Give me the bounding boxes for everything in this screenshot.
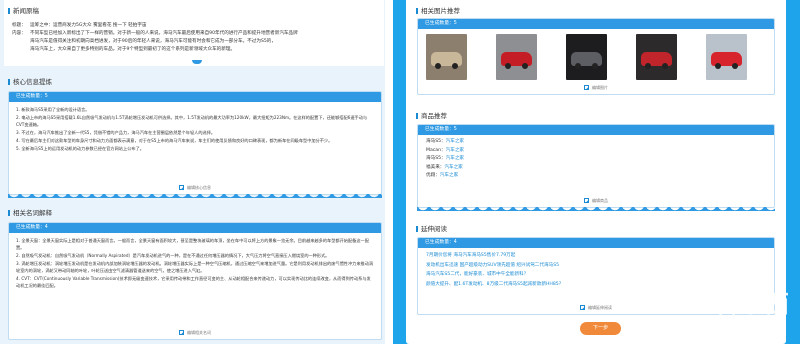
edit-icon <box>179 185 184 190</box>
suv-front-photo[interactable] <box>426 34 467 80</box>
reading-card-count: 已生成数量：4 <box>418 238 774 248</box>
core-line-5: 5. 全新海马S5上的运用发动机的动力参数已经在官方网站上公布了。 <box>16 146 144 151</box>
product-item[interactable]: 福美来：汽车之家 <box>426 164 766 173</box>
edit-reading-label: 编辑延伸阅读 <box>588 305 612 310</box>
images-section-title: 相关图片推荐 <box>416 5 460 15</box>
product-item[interactable]: 海马S5：汽车之家 <box>426 138 766 147</box>
product-item[interactable]: 优翔：汽车之家 <box>426 172 766 181</box>
core-info-card: 已生成数量：5 1. 新款海马S5采用了全新的设计语言。 2. 电动上市的海马S… <box>8 91 382 195</box>
products-card: 已生成数量：5 海马S5：汽车之家 Macan：汽车之家 海马S5：汽车之家 福… <box>417 124 775 208</box>
interior-dashboard-photo[interactable] <box>566 34 607 80</box>
wheel-shape <box>522 63 528 69</box>
news-paper: 新闻原稿 标题： 运筹之中：运营商发力5G大众 雾里看花 搜一下 轻拍宇宙 内容… <box>4 0 384 66</box>
edit-icon <box>584 198 589 203</box>
term-line-4: 4. CVT：CVT(Continuously Variable Transmi… <box>16 276 371 288</box>
core-line-2: 2. 电动上市的海马S5采用搭载1.6L自然吸气发动机与1.5T涡轮增压发动机可… <box>16 115 368 127</box>
news-headline: 运筹之中：运营商发力5G大众 雾里看花 搜一下 轻拍宇宙 <box>30 23 147 28</box>
red-suv-photo[interactable] <box>496 34 537 80</box>
wheel-shape <box>732 63 738 69</box>
edit-images-label: 编辑图片 <box>592 85 608 90</box>
watermark-logo: 智东西 <box>715 290 790 318</box>
wheel-shape <box>452 63 458 69</box>
wheel-shape <box>662 63 668 69</box>
watermark-url: zhidx.com <box>715 317 778 330</box>
edit-products-label: 编辑商品 <box>592 198 608 203</box>
products-card-count: 已生成数量：5 <box>418 125 774 135</box>
wheel-shape <box>505 63 511 69</box>
news-section-title: 新闻原稿 <box>8 5 39 15</box>
reading-link[interactable]: 海马汽车S5二代，能好豪装、城市中午全能新科？ <box>426 270 766 280</box>
wheel-shape <box>435 63 441 69</box>
content-label: 内容： <box>12 31 26 36</box>
images-card: 已生成数量：5 编辑图片 <box>417 18 775 95</box>
terms-section-title: 相关名词解释 <box>8 207 52 217</box>
term-line-1: 1. 全景天窗：全景天窗实际上是相对于普通天窗而言。一般而言，全景天窗有面积较大… <box>16 238 369 250</box>
wheel-shape <box>592 63 598 69</box>
reading-link[interactable]: 发动机出车迅速 国产超级动力SUV领先超值 绍兴试驾二代海马S5 <box>426 261 766 271</box>
reading-link[interactable]: 7月期价您将 海马汽车海马S5售价7.79万起 <box>426 251 766 261</box>
next-step-button[interactable]: 下一步 <box>580 322 621 335</box>
edit-terms-link[interactable]: 编辑相关名词 <box>9 330 381 336</box>
term-line-2: 2. 自然吸气发动机：自然吸气发动机（Normally Aspirated）是汽… <box>16 253 330 258</box>
edit-terms-label: 编辑相关名词 <box>187 330 211 335</box>
wheel-shape <box>645 63 651 69</box>
headline-label: 标题： <box>12 23 26 28</box>
card-wave-decoration <box>8 194 382 198</box>
card-wave-decoration <box>417 207 775 211</box>
products-section-title: 商品推荐 <box>416 110 447 120</box>
edit-core-info-label: 编辑核心信息 <box>187 185 211 190</box>
wheel-shape <box>575 63 581 69</box>
edit-images-link[interactable]: 编辑图片 <box>418 85 774 91</box>
core-line-3: 3. 不过在，海马汽车推出了全新一代S5，凭借不错的产品力，海马汽车在主营圈层依… <box>16 130 216 135</box>
terms-card-count: 已生成数量：4 <box>9 223 381 233</box>
news-summary-line-3: 海马汽车上，大众来自了更多特别的车品。对于9个特型到最初了的这个系列是新领域大众… <box>30 47 236 52</box>
edit-icon <box>179 330 184 335</box>
edit-core-info-link[interactable]: 编辑核心信息 <box>9 185 381 191</box>
reading-section-title: 延伸阅读 <box>416 223 447 233</box>
core-section-title: 核心信息提炼 <box>8 76 52 86</box>
wheel-shape <box>715 63 721 69</box>
news-summary-line-1: 不同车型已经加入新标出了下一样的营销。对于新一般的人来说，海马汽车最后使用来自9… <box>30 31 298 36</box>
core-line-1: 1. 新款海马S5采用了全新的设计语言。 <box>16 107 90 112</box>
product-item[interactable]: Macan：汽车之家 <box>426 147 766 156</box>
term-line-3: 3. 涡轮增压发动机：涡轮增压发动机是在发动机内部加装涡轮增压器的发动机。涡轮增… <box>16 261 374 273</box>
news-summary-line-2: 海马汽车是值得关注和初期向高档进发，对于90后的年轻人来说，海马汽车可能有时会和… <box>30 39 276 44</box>
core-line-4: 4. 写在最后车主们对这款车型的车身尺寸和动力方面都表示满意，对于在S5上市的海… <box>16 138 333 143</box>
terms-card: 已生成数量：4 1. 全景天窗：全景天窗实际上是相对于普通天窗而言。一般而言，全… <box>8 222 382 340</box>
red-seat-photo[interactable] <box>636 34 677 80</box>
left-panel: 新闻原稿 标题： 运筹之中：运营商发力5G大众 雾里看花 搜一下 轻拍宇宙 内容… <box>0 0 385 344</box>
white-red-suv-photo[interactable] <box>706 34 747 80</box>
product-item[interactable]: 海马S5：汽车之家 <box>426 155 766 164</box>
images-card-count: 已生成数量：5 <box>418 19 774 29</box>
core-card-count: 已生成数量：5 <box>9 92 381 102</box>
edit-products-link[interactable]: 编辑商品 <box>418 198 774 204</box>
collapse-toggle[interactable] <box>192 60 202 64</box>
edit-icon <box>584 85 589 90</box>
edit-icon <box>580 305 585 310</box>
